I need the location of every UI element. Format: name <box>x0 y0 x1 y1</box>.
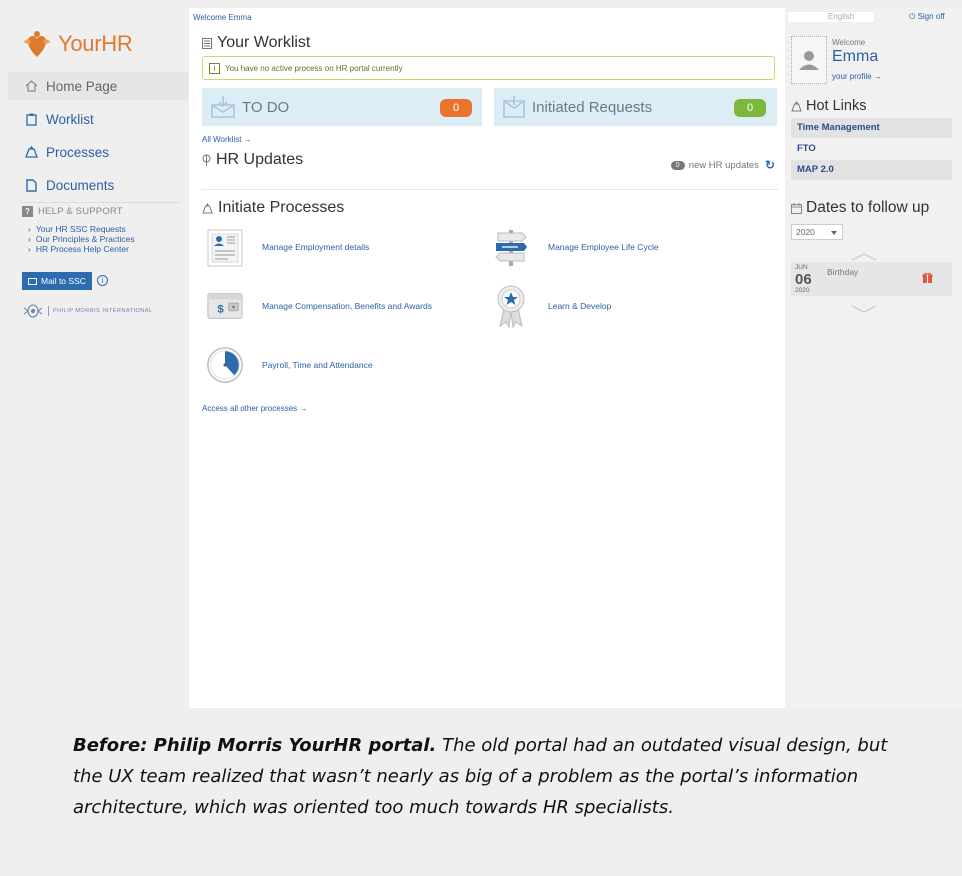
event-year: 2020 <box>795 287 810 294</box>
avatar[interactable] <box>791 36 827 84</box>
todo-label: TO DO <box>242 98 290 116</box>
initiated-count-badge: 0 <box>734 99 766 117</box>
power-icon: ⏻ <box>909 12 918 21</box>
process-learn-develop[interactable]: Learn & Develop <box>492 285 612 328</box>
process-compensation-benefits[interactable]: $ Manage Compensation, Benefits and Awar… <box>206 285 432 327</box>
document-icon <box>24 178 38 192</box>
help-links: Your HR SSC Requests Our Principles & Pr… <box>28 224 135 254</box>
event-month: JUN <box>795 264 808 271</box>
profile-card: Welcome Emma your profile → <box>791 36 956 86</box>
figure-caption: Before: Philip Morris YourHR portal. The… <box>73 730 893 823</box>
initiated-requests-tile[interactable]: Initiated Requests 0 <box>494 88 777 126</box>
right-panel: English ⏻ Sign off Welcome Emma your pro… <box>785 8 962 708</box>
left-sidebar: YourHR Home Page Worklist Processes Docu… <box>8 8 197 708</box>
all-processes-link[interactable]: Access all other processes → <box>202 404 307 413</box>
logo-separator <box>48 306 49 316</box>
process-label: Manage Compensation, Benefits and Awards <box>262 301 432 311</box>
user-silhouette-icon <box>799 51 819 70</box>
caption-bold: Before: Philip Morris YourHR portal. <box>73 735 437 756</box>
sidebar-item-label: Documents <box>46 177 115 193</box>
welcome-user-text: Welcome Emma <box>193 13 252 22</box>
processes-small-icon <box>791 100 802 112</box>
process-manage-life-cycle[interactable]: Manage Employee Life Cycle <box>492 226 659 268</box>
hot-links-heading: Hot Links <box>791 98 866 114</box>
initiated-inbox-icon <box>502 95 526 119</box>
crest-icon <box>23 304 43 318</box>
processes-icon <box>24 145 38 159</box>
process-label: Manage Employee Life Cycle <box>548 242 659 252</box>
initiate-processes-heading: Initiate Processes <box>202 199 344 217</box>
help-link-ssc-requests[interactable]: Your HR SSC Requests <box>28 224 135 234</box>
chevron-down-icon <box>831 231 837 235</box>
help-link-help-center[interactable]: HR Process Help Center <box>28 244 135 254</box>
worklist-heading: Your Worklist <box>202 34 310 52</box>
clipboard-icon <box>24 112 38 126</box>
sidebar-item-label: Home Page <box>46 78 118 94</box>
sidebar-item-processes[interactable]: Processes <box>8 138 189 166</box>
pin-icon <box>202 154 211 166</box>
processes-small-icon <box>202 202 213 214</box>
hr-updates-counter: 0 new HR updates ↻ <box>670 158 775 172</box>
refresh-icon[interactable]: ↻ <box>765 158 775 172</box>
signpost-icon <box>492 226 530 268</box>
sidebar-divider <box>20 202 180 203</box>
yourhr-logo[interactable]: YourHR <box>22 28 133 60</box>
process-manage-employment[interactable]: Manage Employment details <box>206 226 369 268</box>
calendar-icon <box>791 202 802 214</box>
todo-tile[interactable]: TO DO 0 <box>202 88 482 126</box>
all-worklist-link[interactable]: All Worklist → <box>202 135 252 144</box>
profile-name: Emma <box>832 48 879 65</box>
initiated-label: Initiated Requests <box>532 98 653 116</box>
process-label: Payroll, Time and Attendance <box>262 360 373 370</box>
section-divider <box>202 189 777 190</box>
main-content: Welcome Emma Your Worklist i You have no… <box>189 8 785 708</box>
envelope-icon <box>28 277 37 285</box>
wallet-icon: $ <box>206 285 244 327</box>
sidebar-item-label: Worklist <box>46 111 94 127</box>
event-day: 06 <box>795 271 812 288</box>
help-link-principles[interactable]: Our Principles & Practices <box>28 234 135 244</box>
profile-welcome: Welcome <box>832 38 866 47</box>
sidebar-item-label: Processes <box>46 144 110 160</box>
no-process-notice: i You have no active process on HR porta… <box>202 56 775 80</box>
employment-card-icon <box>206 226 244 268</box>
notice-info-icon: i <box>209 62 220 74</box>
process-payroll-time[interactable]: Payroll, Time and Attendance <box>206 344 373 386</box>
process-label: Manage Employment details <box>262 242 370 252</box>
todo-inbox-icon <box>210 95 236 119</box>
hot-link-time-management[interactable]: Time Management <box>791 118 952 138</box>
info-icon[interactable]: i <box>97 275 108 286</box>
company-logo: PHILIP MORRIS INTERNATIONAL <box>22 304 152 318</box>
home-icon <box>24 79 38 93</box>
sidebar-item-documents[interactable]: Documents <box>8 171 189 199</box>
event-name: Birthday <box>827 267 859 277</box>
event-item[interactable]: JUN 06 2020 Birthday <box>791 262 952 296</box>
year-select[interactable]: 2020 <box>791 224 843 240</box>
award-ribbon-icon <box>492 285 530 328</box>
sidebar-item-home[interactable]: Home Page <box>8 72 197 100</box>
svg-text:$: $ <box>217 304 224 316</box>
list-icon <box>202 37 212 49</box>
help-support-heading: ? HELP & SUPPORT <box>22 206 123 217</box>
your-profile-link[interactable]: your profile → <box>832 72 882 81</box>
updates-count-badge: 0 <box>670 160 685 170</box>
gift-icon <box>922 272 933 283</box>
process-label: Learn & Develop <box>548 301 612 311</box>
todo-count-badge: 0 <box>440 99 472 117</box>
updates-count-text: new HR updates <box>688 159 759 171</box>
language-selector[interactable]: English <box>787 11 875 23</box>
logo-text: YourHR <box>58 31 133 56</box>
dates-heading: Dates to follow up <box>791 199 929 217</box>
hot-link-fto[interactable]: FTO <box>791 139 952 159</box>
sidebar-item-worklist[interactable]: Worklist <box>8 105 189 133</box>
help-icon: ? <box>22 206 33 217</box>
hr-updates-heading: HR Updates <box>202 151 303 169</box>
portal-screenshot: YourHR Home Page Worklist Processes Docu… <box>8 8 962 708</box>
scroll-down-chevron-icon[interactable] <box>851 300 877 318</box>
clock-icon <box>206 344 244 386</box>
sign-off-link[interactable]: ⏻ Sign off <box>909 12 945 22</box>
mail-to-ssc-button[interactable]: Mail to SSC <box>22 272 92 290</box>
hot-link-map[interactable]: MAP 2.0 <box>791 160 952 180</box>
logo-mark-icon <box>24 31 50 57</box>
